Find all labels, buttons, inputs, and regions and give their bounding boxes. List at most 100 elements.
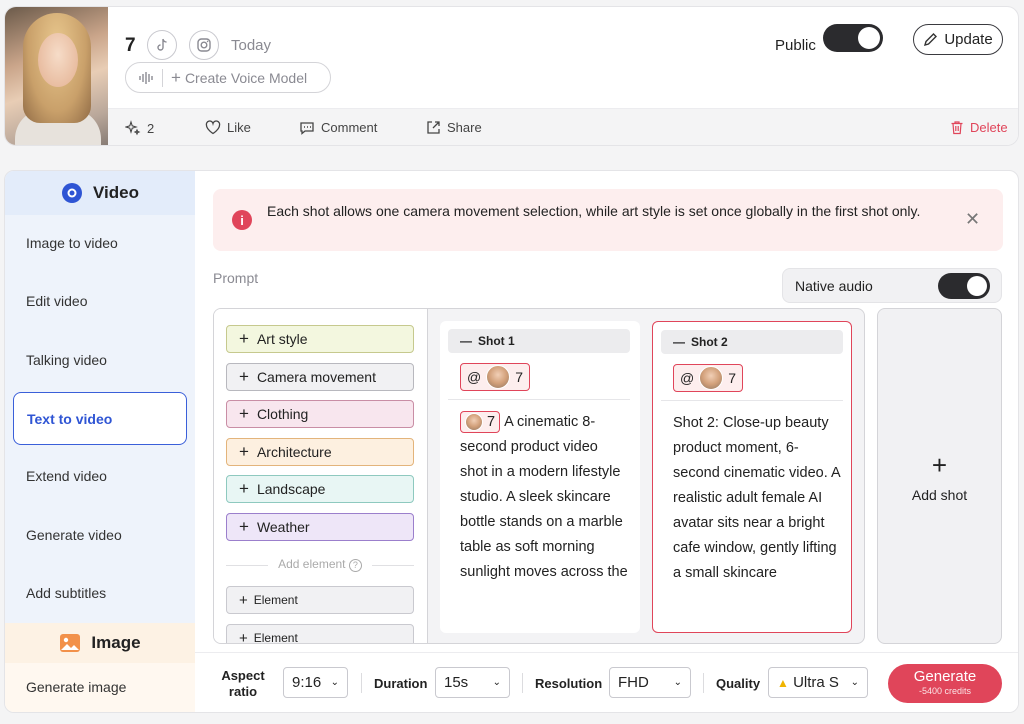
sidebar-item-image-to-video[interactable]: Image to video xyxy=(26,235,118,251)
shot-header[interactable]: — Shot 2 xyxy=(661,330,843,354)
avatar-thumbnail[interactable] xyxy=(5,7,108,145)
delete-button[interactable]: Delete xyxy=(950,120,1008,135)
plus-icon: + xyxy=(239,591,248,609)
element-tags-panel: + Art style + Camera movement + Clothing + A… xyxy=(214,309,428,644)
image-heading: Image xyxy=(91,633,141,652)
share-button[interactable]: Share xyxy=(426,120,482,135)
close-icon[interactable]: ✕ xyxy=(965,209,980,230)
plus-icon: + xyxy=(931,449,948,480)
quality-select[interactable]: ▲ Ultra S ⌄ xyxy=(768,667,868,698)
project-number: 7 xyxy=(125,35,136,56)
aspect-ratio-select[interactable]: 9:16 ⌄ xyxy=(283,667,348,698)
shot-prompt-text[interactable]: 7A cinematic 8-second product video shot… xyxy=(460,410,628,585)
sidebar-item-generate-image[interactable]: Generate image xyxy=(5,663,195,712)
element-button[interactable]: + Element xyxy=(226,624,414,644)
at-icon: @ xyxy=(680,370,695,386)
heart-icon xyxy=(205,120,221,135)
minus-icon: — xyxy=(460,334,472,348)
native-audio-toggle[interactable] xyxy=(938,273,990,299)
tag-label: Architecture xyxy=(256,444,332,460)
duration-label: Duration xyxy=(374,676,428,691)
resolution-label: Resolution xyxy=(535,676,603,691)
avatar-reference-chip[interactable]: @7 xyxy=(460,363,531,391)
generate-button[interactable]: Generate -5400 credits xyxy=(888,664,1002,703)
avatar-icon xyxy=(699,366,724,390)
plus-icon: + xyxy=(239,517,249,536)
date-label: Today xyxy=(231,37,272,54)
avatar-reference-chip[interactable]: @7 xyxy=(673,364,744,392)
plus-icon: + xyxy=(239,404,249,423)
element-label: Element xyxy=(253,593,298,607)
tag-clothing[interactable]: + Clothing xyxy=(226,400,414,428)
shot-prompt-text[interactable]: Shot 2: Close-up beauty product moment, … xyxy=(673,411,841,586)
share-icon xyxy=(427,121,440,134)
prompt-label: Prompt xyxy=(213,270,259,286)
trash-icon xyxy=(951,121,963,135)
chevron-down-icon: ⌄ xyxy=(492,677,501,688)
update-button[interactable]: Update xyxy=(913,24,1003,55)
chevron-down-icon: ⌄ xyxy=(330,677,339,688)
comment-icon xyxy=(300,122,314,135)
credits-label: -5400 credits xyxy=(918,686,972,696)
create-voice-model-label: Create Voice Model xyxy=(184,69,308,86)
comment-label: Comment xyxy=(321,120,378,135)
sidebar-item-text-to-video[interactable]: Text to video xyxy=(13,392,187,445)
add-shot-button[interactable]: + Add shot xyxy=(877,308,1002,644)
avatar-ref-number: 7 xyxy=(515,369,524,385)
tag-art-style[interactable]: + Art style xyxy=(226,325,414,353)
tag-weather[interactable]: + Weather xyxy=(226,513,414,541)
share-label: Share xyxy=(447,120,482,135)
resolution-select[interactable]: FHD ⌄ xyxy=(609,667,691,698)
shot-card-2[interactable]: — Shot 2 @7 Shot 2: Close-up beauty produ… xyxy=(652,321,852,633)
shot-text-content: A cinematic 8-second product video shot … xyxy=(460,414,628,580)
tag-landscape[interactable]: + Landscape xyxy=(226,475,414,503)
quality-value: Ultra S xyxy=(793,674,839,691)
sparkle-count: 2 xyxy=(147,120,155,136)
video-section-header: Video xyxy=(5,171,195,215)
avatar-icon xyxy=(465,413,483,432)
comment-button[interactable]: Comment xyxy=(299,120,377,135)
avatar-ref-number: 7 xyxy=(728,370,737,386)
shot-card-1[interactable]: — Shot 1 @7 7A cinematic 8-second product… xyxy=(440,321,640,633)
inline-avatar-chip[interactable]: 7 xyxy=(460,411,501,434)
tiktok-icon[interactable] xyxy=(147,30,177,60)
like-button[interactable]: Like xyxy=(205,120,251,135)
sidebar-item-talking-video[interactable]: Talking video xyxy=(26,352,107,368)
pencil-icon xyxy=(924,33,938,47)
element-label: Element xyxy=(253,631,298,644)
add-element-divider: Add element ? xyxy=(226,557,414,572)
project-card: 7 Today + Create Voice Model Public Upda… xyxy=(4,6,1019,146)
plus-icon: + xyxy=(239,442,249,461)
sidebar-item-edit-video[interactable]: Edit video xyxy=(26,293,87,309)
tag-camera-movement[interactable]: + Camera movement xyxy=(226,363,414,391)
tag-architecture[interactable]: + Architecture xyxy=(226,438,414,466)
chevron-down-icon: ⌄ xyxy=(850,677,859,688)
sidebar-item-extend-video[interactable]: Extend video xyxy=(26,468,107,484)
sidebar-item-add-subtitles[interactable]: Add subtitles xyxy=(26,585,106,601)
shot-title: Shot 2 xyxy=(691,335,728,349)
tag-label: Clothing xyxy=(256,406,309,422)
minus-icon: — xyxy=(673,335,685,349)
info-alert: i Each shot allows one camera movement s… xyxy=(213,189,1003,251)
aspect-ratio-label: Aspect ratio xyxy=(221,668,265,699)
play-circle-icon xyxy=(62,183,82,203)
shot-header[interactable]: — Shot 1 xyxy=(448,329,630,353)
image-icon xyxy=(60,634,81,652)
create-voice-model-button[interactable]: + Create Voice Model xyxy=(125,62,331,93)
public-toggle[interactable] xyxy=(823,24,883,52)
waveform-icon xyxy=(139,71,153,84)
quality-label: Quality xyxy=(716,676,761,691)
sidebar-item-generate-video[interactable]: Generate video xyxy=(26,527,122,543)
resolution-value: FHD xyxy=(618,674,649,691)
instagram-icon[interactable] xyxy=(189,30,219,60)
duration-select[interactable]: 15s ⌄ xyxy=(435,667,510,698)
editor-panel: Video Image to video Edit video Talking … xyxy=(4,170,1019,713)
update-label: Update xyxy=(944,31,993,48)
plus-icon: + xyxy=(239,367,249,386)
help-icon[interactable]: ? xyxy=(348,559,362,572)
tag-label: Art style xyxy=(256,331,308,347)
element-button[interactable]: + Element xyxy=(226,586,414,614)
plus-icon: + xyxy=(239,629,248,644)
generate-label: Generate xyxy=(913,668,977,685)
sparkle-button[interactable]: 2 xyxy=(125,120,154,136)
